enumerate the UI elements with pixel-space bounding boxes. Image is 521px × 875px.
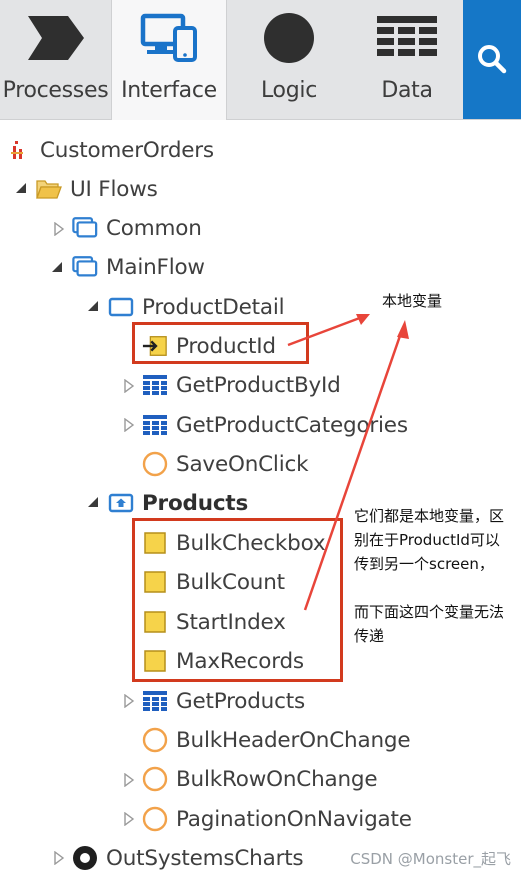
- local-variable-icon: [142, 569, 168, 595]
- tree-item-label: GetProductCategories: [176, 412, 408, 438]
- tree-item-label: SaveOnClick: [176, 451, 309, 477]
- tree-item-local-variable[interactable]: StartIndex: [142, 605, 286, 639]
- screen-icon: [108, 294, 134, 320]
- tab-label: Processes: [2, 78, 109, 103]
- tab-interface[interactable]: Interface: [111, 0, 227, 120]
- tab-label: Interface: [121, 78, 217, 103]
- tree-item-screen-products[interactable]: Products: [108, 486, 248, 520]
- tab-logic[interactable]: Logic: [227, 0, 351, 119]
- default-screen-icon: [108, 490, 134, 516]
- collapsed-arrow-icon[interactable]: [122, 773, 136, 787]
- collapsed-arrow-icon[interactable]: [122, 812, 136, 826]
- local-variable-icon: [142, 609, 168, 635]
- tree-item-local-variable[interactable]: BulkCheckbox: [142, 526, 326, 560]
- tree-item-label: BulkCheckbox: [176, 530, 326, 556]
- tree-item-label: Common: [106, 215, 202, 241]
- collapsed-arrow-icon[interactable]: [122, 418, 136, 432]
- aggregate-grid-icon: [142, 688, 168, 714]
- tree-item-label: ProductDetail: [142, 294, 285, 320]
- toolbar-tabs: Processes Interface Logic Data: [0, 0, 521, 120]
- tree-item-label: PaginationOnNavigate: [176, 806, 412, 832]
- watermark: CSDN @Monster_起飞: [350, 850, 511, 868]
- client-action-circle-icon: [142, 806, 168, 832]
- tree-item-action[interactable]: SaveOnClick: [142, 447, 309, 481]
- tree-item-label: OutSystemsCharts: [106, 845, 304, 871]
- annotation-note-local-variable: 本地变量: [382, 292, 443, 310]
- tree-item-common[interactable]: Common: [72, 211, 202, 245]
- aggregate-grid-icon: [142, 412, 168, 438]
- tree-item-label: BulkHeaderOnChange: [176, 727, 411, 753]
- local-variable-icon: [142, 530, 168, 556]
- tree-item-module[interactable]: CustomerOrders: [8, 133, 214, 167]
- tree-item-label: CustomerOrders: [40, 137, 214, 163]
- search-icon: [478, 45, 507, 74]
- flow-icon: [72, 215, 98, 241]
- tree-item-mainflow[interactable]: MainFlow: [72, 250, 205, 284]
- tree-item-label: Products: [142, 490, 249, 516]
- tab-processes[interactable]: Processes: [0, 0, 111, 119]
- tab-data[interactable]: Data: [351, 0, 463, 119]
- logic-circle-icon: [264, 13, 314, 63]
- tree-item-local-variable[interactable]: MaxRecords: [142, 644, 304, 678]
- tree-item-label: MaxRecords: [176, 648, 304, 674]
- tree-item-local-variable[interactable]: BulkCount: [142, 565, 285, 599]
- expanded-arrow-icon[interactable]: [86, 299, 100, 313]
- tree-item-input-parameter[interactable]: ProductId: [142, 329, 276, 363]
- tree-item-label: MainFlow: [106, 254, 205, 280]
- expanded-arrow-icon[interactable]: [86, 495, 100, 509]
- tree-item-label: BulkCount: [176, 569, 285, 595]
- tree-item-label: GetProducts: [176, 688, 305, 714]
- tree-item-label: UI Flows: [70, 176, 158, 202]
- tree-item-aggregate[interactable]: GetProductCategories: [142, 408, 408, 442]
- data-grid-icon: [377, 16, 437, 56]
- search-button[interactable]: [463, 0, 521, 119]
- tree-item-screen-productdetail[interactable]: ProductDetail: [108, 290, 285, 324]
- expanded-arrow-icon[interactable]: [14, 181, 28, 195]
- tree-item-action[interactable]: PaginationOnNavigate: [142, 802, 412, 836]
- client-action-circle-icon: [142, 766, 168, 792]
- processes-chevron-icon: [27, 16, 84, 60]
- tree-item-ui-flows[interactable]: UI Flows: [36, 172, 158, 206]
- collapsed-arrow-icon[interactable]: [52, 222, 66, 236]
- outsystems-charts-icon: [72, 845, 98, 871]
- collapsed-arrow-icon[interactable]: [122, 379, 136, 393]
- module-icon: [8, 137, 28, 163]
- tab-label: Logic: [260, 78, 317, 103]
- open-folder-icon: [36, 176, 62, 202]
- element-tree: CustomerOrders UI Flows Common MainFlow …: [0, 119, 521, 875]
- tree-item-label: ProductId: [176, 333, 276, 359]
- flow-icon: [72, 254, 98, 280]
- client-action-circle-icon: [142, 451, 168, 477]
- tree-item-label: BulkRowOnChange: [176, 766, 378, 792]
- annotation-note-explanation: 它们都是本地变量，区别在于ProductId可以传到另一个screen， 而下面…: [354, 507, 505, 645]
- tab-label: Data: [381, 78, 433, 103]
- tree-item-action[interactable]: BulkRowOnChange: [142, 762, 378, 796]
- tree-item-action[interactable]: BulkHeaderOnChange: [142, 723, 411, 757]
- tree-item-label: GetProductById: [176, 372, 341, 398]
- tree-item-aggregate[interactable]: GetProducts: [142, 684, 305, 718]
- collapsed-arrow-icon[interactable]: [122, 694, 136, 708]
- tree-item-aggregate[interactable]: GetProductById: [142, 368, 341, 402]
- expanded-arrow-icon[interactable]: [50, 260, 64, 274]
- monitor-devices-icon: [140, 13, 197, 62]
- tree-item-label: StartIndex: [176, 609, 286, 635]
- aggregate-grid-icon: [142, 372, 168, 398]
- tree-item-flow-charts[interactable]: OutSystemsCharts: [72, 841, 304, 875]
- client-action-circle-icon: [142, 727, 168, 753]
- input-parameter-icon: [142, 333, 168, 359]
- local-variable-icon: [142, 648, 168, 674]
- collapsed-arrow-icon[interactable]: [52, 851, 66, 865]
